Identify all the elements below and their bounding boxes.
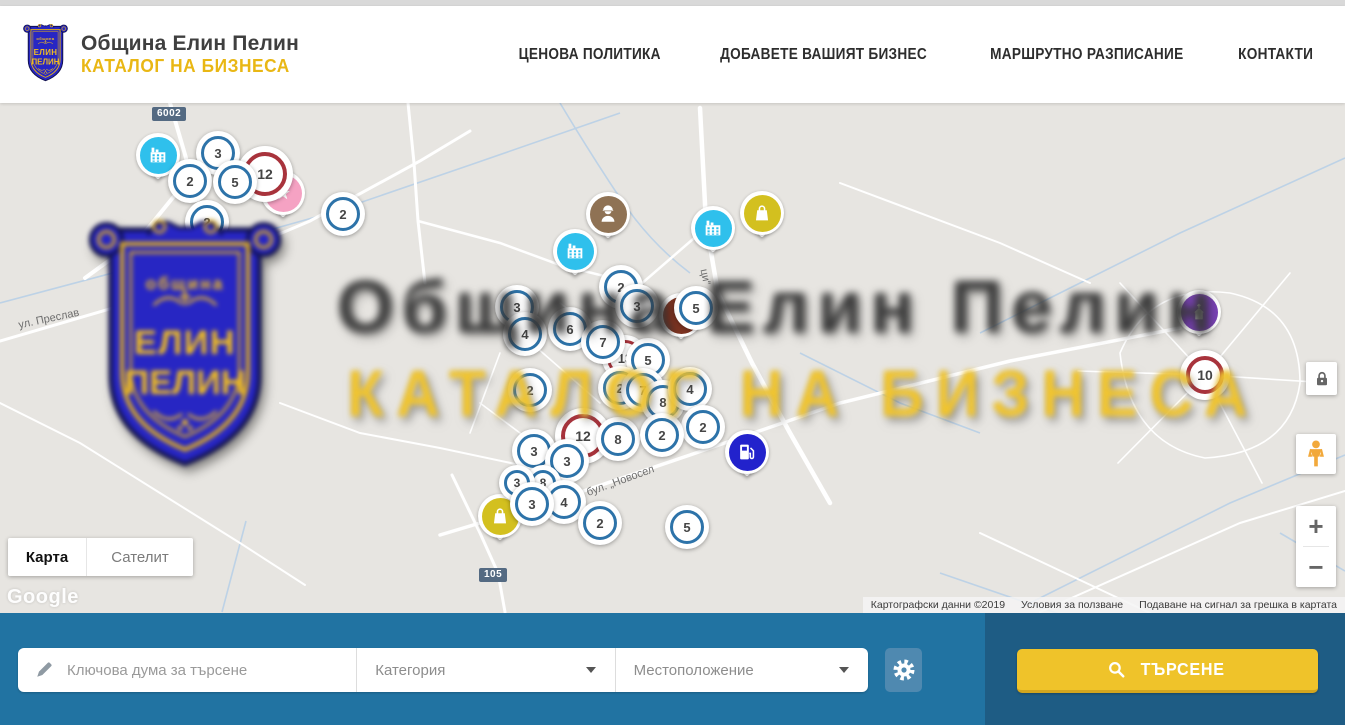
lock-icon bbox=[1312, 369, 1332, 389]
nav-item-pricing[interactable]: ЦЕНОВА ПОЛИТИКА bbox=[509, 46, 670, 64]
map-cluster-marker[interactable]: 2 bbox=[681, 405, 725, 449]
map-cluster-marker[interactable]: 2 bbox=[578, 501, 622, 545]
cluster-count: 4 bbox=[521, 327, 528, 342]
attribution-data-notice: Картографски данни ©2019 bbox=[863, 599, 1013, 611]
advanced-settings-button[interactable] bbox=[885, 648, 922, 692]
map-cluster-marker[interactable]: 7 bbox=[581, 320, 625, 364]
search-fields-group: Категория Местоположение bbox=[18, 648, 868, 692]
nav-item-contacts[interactable]: КОНТАКТИ bbox=[1233, 46, 1318, 64]
search-button-label: ТЪРСЕНЕ bbox=[1140, 659, 1224, 680]
cluster-count: 12 bbox=[257, 166, 273, 182]
attribution-report-link[interactable]: Подаване на сигнал за грешка в картата bbox=[1131, 599, 1345, 611]
map-cluster-marker[interactable]: 2 bbox=[185, 200, 229, 244]
cluster-count: 2 bbox=[339, 207, 346, 222]
map-cluster-marker[interactable]: 5 bbox=[213, 160, 257, 204]
cluster-count: 2 bbox=[186, 174, 193, 189]
map-cluster-marker[interactable]: 3 bbox=[510, 482, 554, 526]
location-select[interactable]: Местоположение bbox=[616, 648, 868, 692]
worker-icon bbox=[590, 196, 627, 233]
site-header: Община Елин Пелин КАТАЛОГ НА БИЗНЕСА ЦЕН… bbox=[0, 6, 1345, 103]
attribution-terms-link[interactable]: Условия за ползване bbox=[1013, 599, 1131, 611]
cluster-count: 4 bbox=[560, 495, 567, 510]
road-number-badge: 105 bbox=[479, 568, 507, 582]
cluster-count: 7 bbox=[599, 335, 606, 350]
map-cluster-marker[interactable]: 5 bbox=[674, 286, 718, 330]
nav-item-transport-schedule[interactable]: МАРШРУТНО РАЗПИСАНИЕ bbox=[977, 46, 1197, 64]
map-canvas[interactable]: ул. Преславбул. „Новоселци“6002105 31225… bbox=[0, 103, 1345, 613]
cluster-count: 3 bbox=[214, 146, 221, 161]
site-logo[interactable]: Община Елин Пелин КАТАЛОГ НА БИЗНЕСА bbox=[22, 23, 299, 86]
map-cluster-marker[interactable]: 2 bbox=[321, 192, 365, 236]
cluster-count: 8 bbox=[614, 432, 621, 447]
fuel-icon bbox=[729, 434, 766, 471]
category-select-value: Категория bbox=[375, 662, 445, 679]
site-subtitle: КАТАЛОГ НА БИЗНЕСА bbox=[81, 56, 290, 77]
map-cluster-marker[interactable]: 8 bbox=[596, 417, 640, 461]
map-type-satellite-button[interactable]: Сателит bbox=[86, 538, 193, 576]
cluster-count: 2 bbox=[203, 215, 210, 230]
cluster-count: 6 bbox=[566, 322, 573, 337]
cluster-count: 5 bbox=[644, 353, 651, 368]
map-pin-factory[interactable] bbox=[553, 229, 597, 273]
map-cluster-marker[interactable]: 2 bbox=[168, 159, 212, 203]
cluster-count: 3 bbox=[633, 299, 640, 314]
map-cluster-marker[interactable]: 10 bbox=[1180, 350, 1230, 400]
cluster-count: 2 bbox=[596, 516, 603, 531]
search-button[interactable]: ТЪРСЕНЕ bbox=[1017, 649, 1318, 693]
nav-item-add-business[interactable]: ДОБАВЕТЕ ВАШИЯТ БИЗНЕС bbox=[706, 46, 941, 64]
map-type-map-button[interactable]: Карта bbox=[8, 538, 86, 576]
map-pin-church[interactable] bbox=[1177, 290, 1221, 334]
cluster-count: 4 bbox=[686, 382, 693, 397]
google-logo[interactable]: Google bbox=[7, 586, 79, 609]
chevron-down-icon bbox=[839, 667, 849, 673]
map-attribution: Картографски данни ©2019 Условия за полз… bbox=[863, 597, 1345, 613]
keyword-field bbox=[18, 648, 357, 692]
cluster-count: 5 bbox=[231, 175, 238, 190]
logo-text: Община Елин Пелин КАТАЛОГ НА БИЗНЕСА bbox=[81, 32, 299, 77]
cluster-count: 3 bbox=[528, 497, 535, 512]
cluster-count: 5 bbox=[683, 520, 690, 535]
cluster-count: 3 bbox=[530, 444, 537, 459]
map-cluster-marker[interactable]: 2 bbox=[508, 368, 552, 412]
cluster-count: 3 bbox=[563, 454, 570, 469]
keyword-input[interactable] bbox=[65, 649, 356, 691]
map-cluster-marker[interactable]: 3 bbox=[615, 284, 659, 328]
cluster-count: 2 bbox=[526, 383, 533, 398]
map-cluster-marker[interactable]: 5 bbox=[665, 505, 709, 549]
zoom-control: + − bbox=[1296, 506, 1336, 587]
lock-control[interactable] bbox=[1306, 362, 1337, 395]
category-select[interactable]: Категория bbox=[357, 648, 615, 692]
search-icon bbox=[1107, 660, 1126, 679]
cluster-count: 8 bbox=[659, 395, 666, 410]
main-nav: ЦЕНОВА ПОЛИТИКА ДОБАВЕТЕ ВАШИЯТ БИЗНЕС М… bbox=[509, 6, 1318, 103]
site-title: Община Елин Пелин bbox=[81, 32, 299, 56]
cluster-count: 5 bbox=[692, 301, 699, 316]
church-icon bbox=[1181, 294, 1218, 331]
location-select-value: Местоположение bbox=[634, 662, 754, 679]
pencil-icon bbox=[35, 661, 53, 679]
zoom-in-button[interactable]: + bbox=[1296, 506, 1336, 546]
search-bar: Категория Местоположение ТЪРСЕНЕ bbox=[0, 613, 1345, 725]
bag-icon bbox=[744, 195, 781, 232]
cluster-count: 10 bbox=[1197, 367, 1213, 383]
municipality-crest-icon bbox=[22, 23, 69, 86]
road-number-badge: 6002 bbox=[152, 107, 186, 121]
map-pin-factory[interactable] bbox=[691, 206, 735, 250]
gear-icon bbox=[892, 658, 916, 682]
map-cluster-marker[interactable]: 2 bbox=[640, 413, 684, 457]
map-pin-fuel[interactable] bbox=[725, 430, 769, 474]
street-view-pegman-control[interactable] bbox=[1296, 434, 1336, 474]
pegman-icon bbox=[1303, 439, 1329, 469]
map-pin-bag[interactable] bbox=[740, 191, 784, 235]
cluster-count: 2 bbox=[699, 420, 706, 435]
factory-icon bbox=[557, 233, 594, 270]
zoom-out-button[interactable]: − bbox=[1296, 547, 1336, 587]
cluster-count: 2 bbox=[658, 428, 665, 443]
map-type-control: Карта Сателит bbox=[8, 538, 193, 576]
chevron-down-icon bbox=[586, 667, 596, 673]
factory-icon bbox=[695, 210, 732, 247]
map-cluster-marker[interactable]: 4 bbox=[503, 312, 547, 356]
